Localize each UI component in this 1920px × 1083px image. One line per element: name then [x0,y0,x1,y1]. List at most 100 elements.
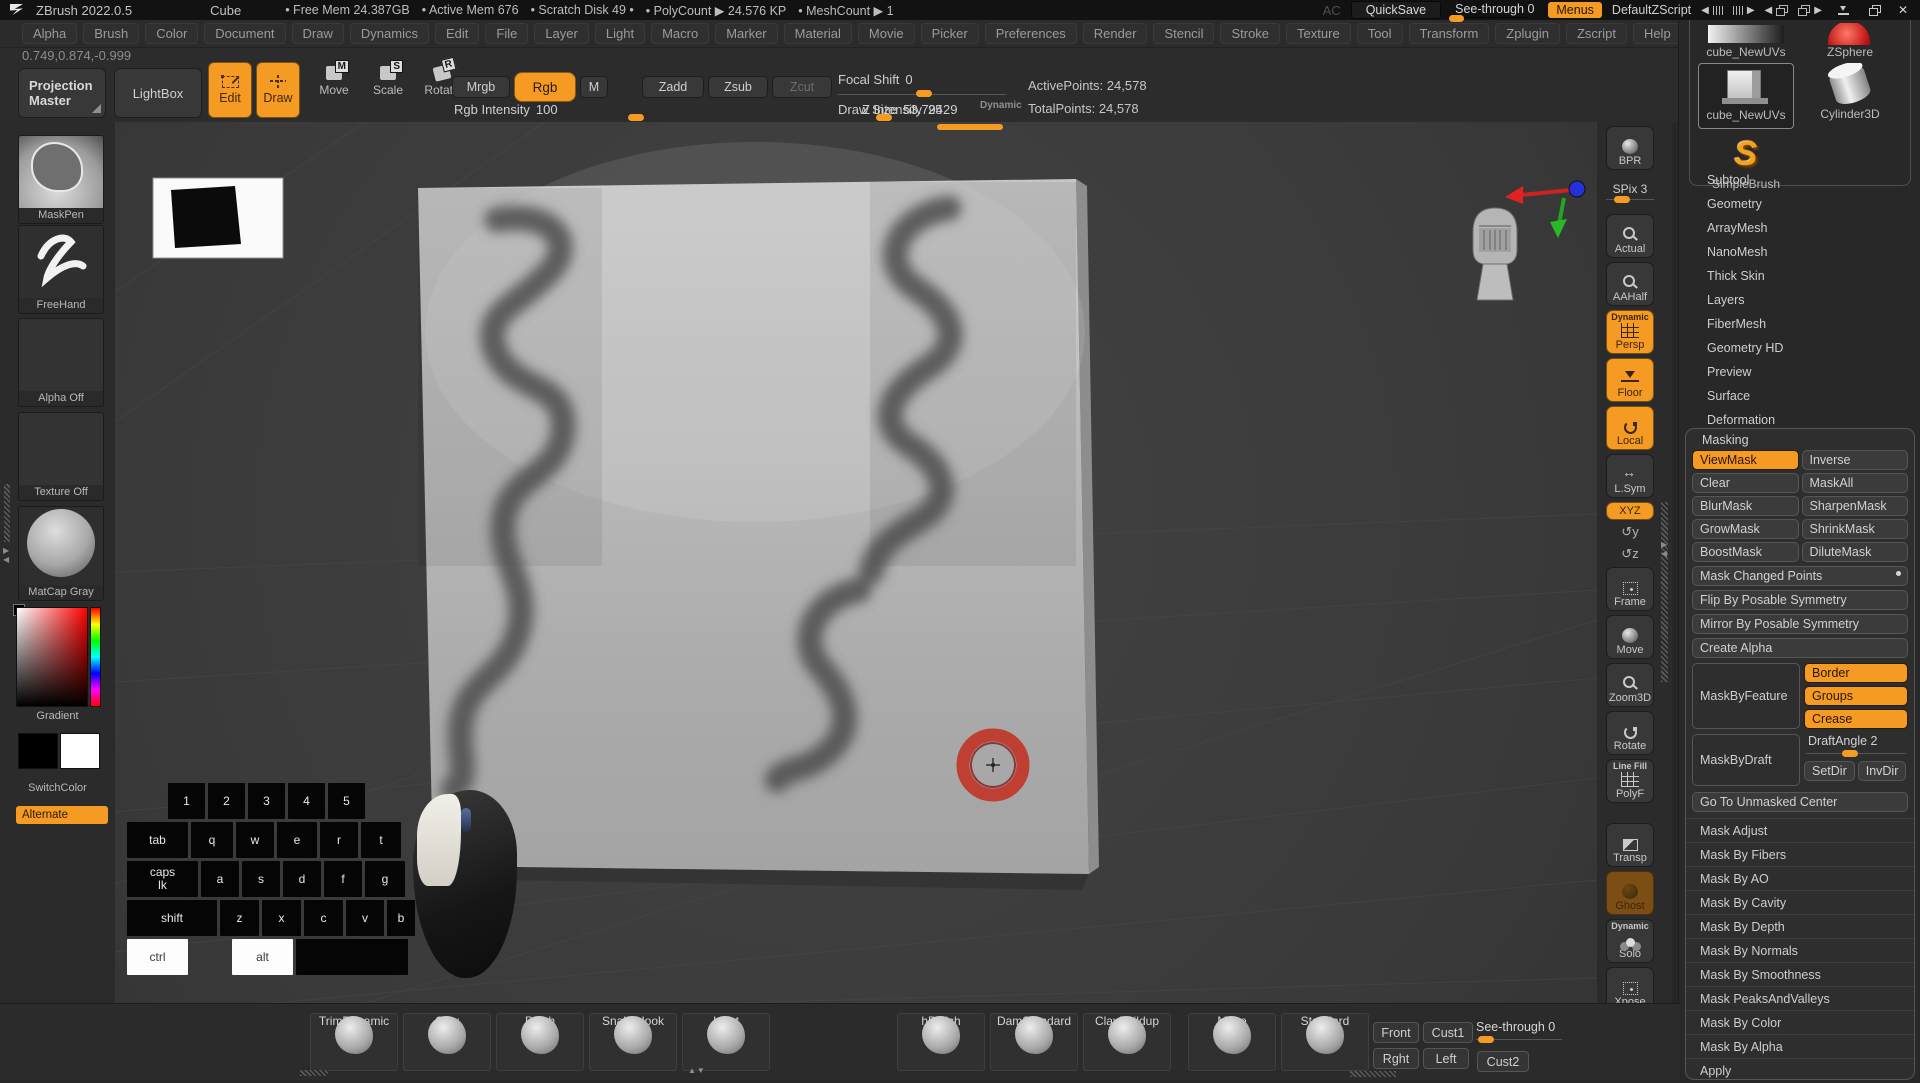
bottom-grip-left[interactable] [300,1070,328,1076]
brush-preset[interactable]: DamStandard [990,1013,1078,1071]
cust1-view-button[interactable]: Cust1 [1423,1022,1473,1043]
restore-icon[interactable] [1869,8,1878,16]
camera-head-icon[interactable] [1473,208,1517,300]
prev-doc-icon[interactable]: ◀ [1765,5,1789,16]
subpalette-item[interactable]: Surface [1689,384,1911,408]
mask-button[interactable]: GrowMask [1692,519,1799,539]
m-button[interactable]: M [580,76,608,98]
rght-view-button[interactable]: Rght [1373,1048,1419,1069]
menu-item[interactable]: Edit [435,23,479,44]
color-hue-strip[interactable] [90,607,101,707]
feature-mask-button[interactable]: Crease [1804,709,1908,729]
transp-button[interactable]: Transp [1606,823,1654,867]
tool-thumb-cylinder3d[interactable]: Cylinder3D [1802,63,1898,129]
lightbox-button[interactable]: LightBox [114,68,202,118]
mask-button[interactable]: Mirror By Posable Symmetry [1692,614,1908,634]
menu-item[interactable]: Tool [1357,23,1403,44]
go-to-unmasked-center-button[interactable]: Go To Unmasked Center [1692,792,1908,812]
edit-button[interactable]: Edit [208,62,252,118]
menu-item[interactable]: Brush [83,23,139,44]
aahalf-button[interactable]: AAHalf [1606,262,1654,306]
mask-row-button[interactable]: Mask By Color [1686,1010,1914,1034]
menu-item[interactable]: Movie [858,23,915,44]
rgb-intensity-slider[interactable]: Rgb Intensity 100 [454,102,558,117]
l-sym-button[interactable]: L.Sym [1606,454,1654,498]
mask-row-button[interactable]: Mask By Normals [1686,938,1914,962]
scale-gyro-button[interactable]: S Scale [364,66,412,97]
minimize-icon[interactable] [1838,6,1849,15]
move-gyro-button[interactable]: M Move [310,66,358,97]
menu-item[interactable]: Marker [715,23,777,44]
draw-button[interactable]: Draw [256,62,300,118]
slider-knob[interactable] [1614,196,1630,203]
focal-shift-slider[interactable]: Focal Shift 0 [838,72,913,87]
frame-button[interactable]: Frame [1606,567,1654,611]
zadd-button[interactable]: Zadd [642,76,704,98]
quicksave-button[interactable]: QuickSave [1351,1,1441,19]
next-doc-icon[interactable]: ▶ [1798,5,1822,16]
brush-preset[interactable]: Standard [1281,1013,1369,1071]
menu-item[interactable]: Material [784,23,852,44]
dock-left-icon[interactable]: ◀ [1701,5,1723,16]
document-canvas[interactable]: 12345tabqwertcaps lkasdfgshiftzxcvbctrla… [115,122,1597,1003]
move-button[interactable]: Move [1606,615,1654,659]
menu-item[interactable]: Texture [1286,23,1351,44]
menu-item[interactable]: Layer [534,23,589,44]
mask-row-button[interactable]: Mask By Fibers [1686,842,1914,866]
menu-item[interactable]: Zplugin [1495,23,1560,44]
tool-thumb-zsphere[interactable]: ZSphere [1802,23,1898,61]
subpalette-item[interactable]: NanoMesh [1689,240,1911,264]
menu-item[interactable]: Help [1633,23,1682,44]
brush-preset[interactable]: ClayBuildup [1083,1013,1171,1071]
-y-button[interactable]: ↺y [1606,523,1654,543]
brush-preset[interactable]: TrimDynamic [310,1013,398,1071]
menu-item[interactable]: File [485,23,528,44]
dynamic-draw-size-toggle[interactable]: Dynamic [980,100,1022,111]
shelf-grip[interactable] [1661,502,1668,682]
-z-button[interactable]: ↺z [1606,545,1654,565]
subpalette-item[interactable]: Geometry [1689,192,1911,216]
brush-preset[interactable]: Inflat [682,1013,770,1071]
mask-button[interactable]: Inverse [1802,450,1909,470]
shelf-scroll-arrows[interactable]: ▲▼ [688,1066,706,1075]
tray-grip[interactable] [4,484,10,542]
brush-preset[interactable]: SnakeHook [589,1013,677,1071]
menu-item[interactable]: Document [204,23,285,44]
draft-dir-button[interactable]: SetDir [1804,761,1855,781]
material-thumbnail[interactable]: MatCap Gray [18,506,104,601]
cust2-view-button[interactable]: Cust2 [1477,1051,1529,1072]
main-color-swatch[interactable] [18,733,58,769]
mask-row-button[interactable]: Mask Adjust [1686,818,1914,842]
mask-row-button[interactable]: Apply [1686,1058,1914,1082]
rgb-button[interactable]: Rgb [514,72,576,102]
menu-item[interactable]: Stroke [1220,23,1280,44]
subpalette-item[interactable]: Thick Skin [1689,264,1911,288]
subpalette-item[interactable]: ArrayMesh [1689,216,1911,240]
mrgb-button[interactable]: Mrgb [452,76,510,98]
mask-button[interactable]: Flip By Posable Symmetry [1692,590,1908,610]
menu-item[interactable]: Preferences [985,23,1077,44]
draft-dir-button[interactable]: InvDir [1858,761,1907,781]
rotate-button[interactable]: Rotate [1606,711,1654,755]
shelf-collapse-arrows[interactable]: ▶◀ [1661,540,1667,558]
ghost-button[interactable]: Ghost [1606,871,1654,915]
tool-thumb-cube-newuvs-selected[interactable]: cube_NewUVs [1698,63,1794,129]
focal-shift-knob[interactable] [916,90,932,97]
menu-item[interactable]: Dynamics [350,23,429,44]
bottom-grip-right[interactable] [1350,1071,1396,1077]
solo-button[interactable]: DynamicSolo [1606,919,1654,963]
draw-size-slider[interactable]: Draw Size 53.79429 [838,102,957,117]
mask-row-button[interactable]: Mask PeaksAndValleys [1686,986,1914,1010]
feature-mask-button[interactable]: Groups [1804,686,1908,706]
close-icon[interactable]: ✕ [1898,3,1908,17]
brush-preset[interactable]: Pinch [496,1013,584,1071]
color-sv-picker[interactable] [16,607,88,707]
mask-button[interactable]: BoostMask [1692,542,1799,562]
spix-slider[interactable]: SPix 3 [1606,182,1654,204]
xyz-button[interactable]: XYZ [1606,502,1654,520]
mask-row-button[interactable]: Mask By Smoothness [1686,962,1914,986]
mask-row-button[interactable]: Mask By Depth [1686,914,1914,938]
menu-item[interactable]: Render [1083,23,1148,44]
menu-item[interactable]: Light [595,23,645,44]
menu-item[interactable]: Alpha [22,23,77,44]
